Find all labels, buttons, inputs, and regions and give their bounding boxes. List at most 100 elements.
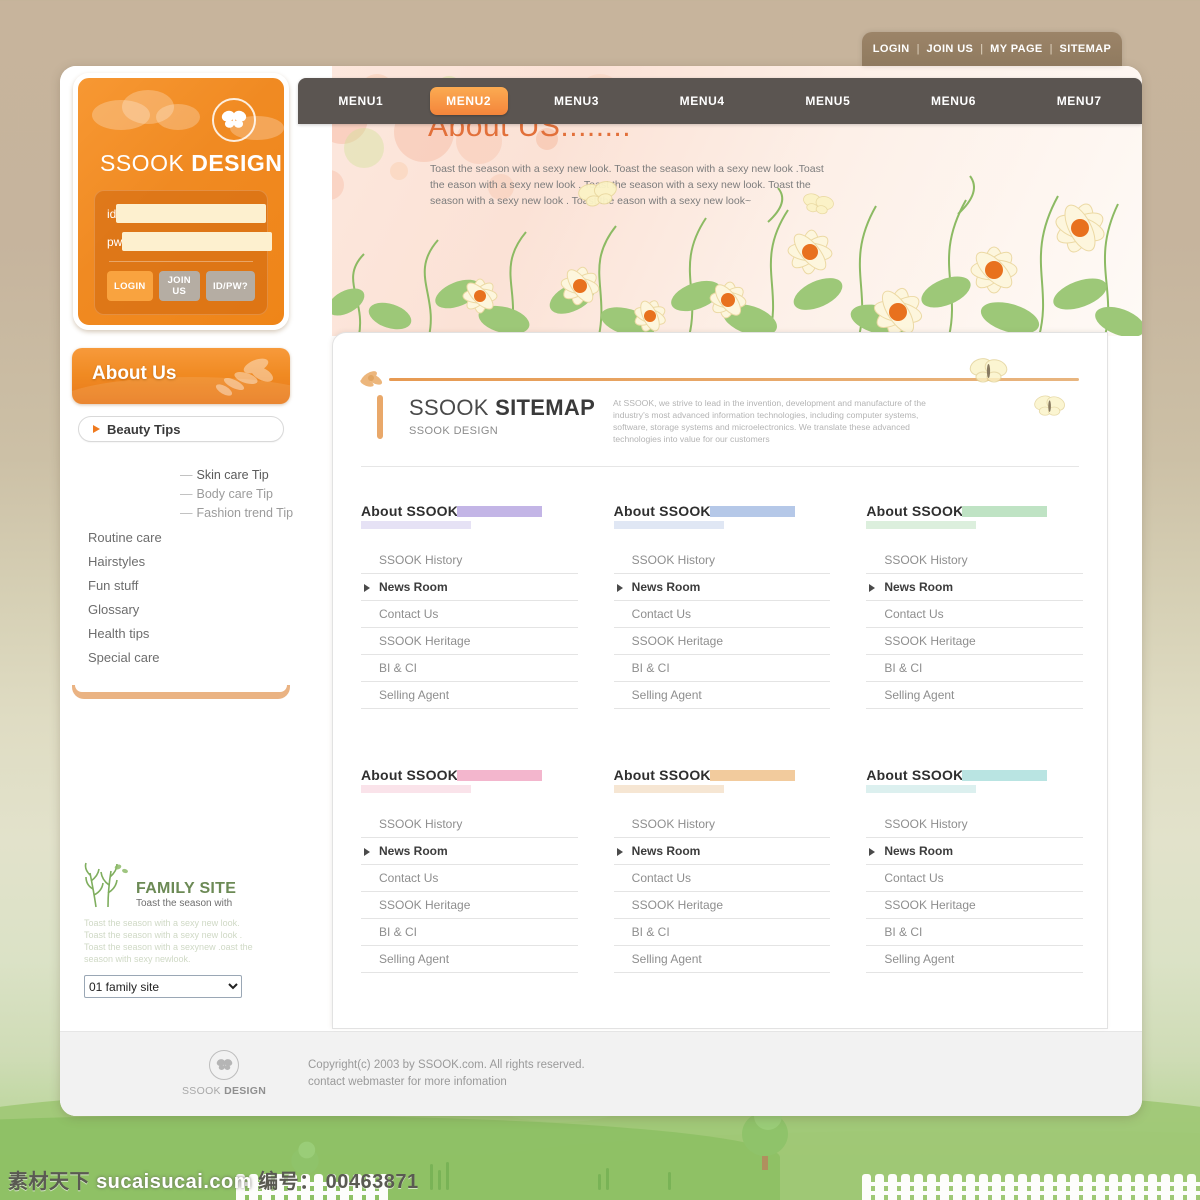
nav-item-menu7[interactable]: MENU7 (1016, 87, 1142, 115)
list-item[interactable]: SSOOK Heritage (361, 628, 578, 655)
sidebar-subitem-label: Skin care Tip (196, 468, 269, 482)
sitemap-title-bold: SITEMAP (495, 395, 596, 420)
list-item[interactable]: Contact Us (866, 865, 1083, 892)
column-accent-bar (457, 506, 542, 517)
family-site-select[interactable]: 01 family site 02 family site 03 family … (84, 975, 242, 998)
list-item[interactable]: BI & CI (866, 655, 1083, 682)
dash-marker: — (180, 468, 193, 482)
id-input[interactable] (116, 204, 267, 223)
sidebar-section-about-us[interactable]: About Us (72, 348, 290, 404)
topbar-link-login[interactable]: LOGIN (871, 43, 912, 55)
column-title: About SSOOK (613, 503, 711, 519)
list-item[interactable]: BI & CI (361, 919, 578, 946)
sitemap-columns: About SSOOK SSOOK History News Room Cont… (361, 503, 1083, 973)
list-item[interactable]: Selling Agent (361, 682, 578, 709)
id-field-row: id (107, 204, 267, 223)
triangle-right-icon (93, 425, 100, 433)
sitemap-column: About SSOOK SSOOK History News Room Cont… (866, 767, 1083, 973)
nav-item-menu2[interactable]: MENU2 (429, 87, 508, 115)
pw-input[interactable] (122, 232, 273, 251)
list-item[interactable]: Contact Us (361, 601, 578, 628)
list-item[interactable]: SSOOK Heritage (866, 628, 1083, 655)
list-item[interactable]: Selling Agent (361, 946, 578, 973)
list-item[interactable]: Selling Agent (866, 946, 1083, 973)
list-item[interactable]: Contact Us (613, 601, 831, 628)
list-item[interactable]: SSOOK History (361, 547, 578, 574)
column-accent-bar-soft (866, 785, 977, 793)
list-item[interactable]: BI & CI (866, 919, 1083, 946)
topbar-link-my-page[interactable]: MY PAGE (988, 43, 1045, 55)
nav-item-menu3[interactable]: MENU3 (514, 87, 640, 115)
sitemap-panel: SSOOK SITEMAP SSOOK DESIGN At SSOOK, we … (332, 332, 1108, 1029)
list-item[interactable]: SSOOK History (866, 547, 1083, 574)
join-us-button[interactable]: JOIN US (158, 271, 200, 301)
list-item[interactable]: SSOOK Heritage (361, 892, 578, 919)
list-item[interactable]: News Room (866, 838, 1083, 865)
list-item[interactable]: News Room (613, 838, 831, 865)
sidebar-item-health-tips[interactable]: Health tips (88, 622, 162, 646)
nav-item-menu1[interactable]: MENU1 (298, 87, 424, 115)
sidebar-item-hairstyles[interactable]: Hairstyles (88, 550, 162, 574)
sidebar-item-glossary[interactable]: Glossary (88, 598, 162, 622)
cloud-shape (156, 104, 200, 130)
column-title: About SSOOK (866, 767, 964, 783)
topbar-separator: | (1049, 43, 1053, 55)
nav-item-menu5[interactable]: MENU5 (765, 87, 891, 115)
floral-decoration (327, 175, 1142, 336)
accent-bar (377, 395, 383, 439)
column-accent-bar (962, 770, 1048, 781)
list-item[interactable]: SSOOK Heritage (613, 892, 831, 919)
sidebar-subitem-fashion-trend[interactable]: — Fashion trend Tip (180, 504, 293, 523)
nav-item-menu4[interactable]: MENU4 (639, 87, 765, 115)
butterfly-icon (212, 98, 256, 142)
main-nav: MENU1 MENU2 MENU3 MENU4 MENU5 MENU6 MENU… (298, 78, 1142, 124)
brand-logo-box[interactable]: SSOOK DESIGN id pw LOGIN JOIN US ID/PW? (73, 73, 289, 330)
login-button[interactable]: LOGIN (107, 271, 153, 301)
plant-icon (84, 862, 128, 908)
butterfly-decoration-icon (969, 358, 1008, 383)
list-item[interactable]: Contact Us (613, 865, 831, 892)
list-item[interactable]: Selling Agent (866, 682, 1083, 709)
list-item[interactable]: SSOOK Heritage (613, 628, 831, 655)
list-item[interactable]: Selling Agent (613, 682, 831, 709)
sitemap-column: About SSOOK SSOOK History News Room Cont… (361, 503, 578, 709)
sidebar: SSOOK DESIGN id pw LOGIN JOIN US ID/PW? (60, 66, 332, 1116)
list-item[interactable]: BI & CI (361, 655, 578, 682)
sitemap-subtitle: SSOOK DESIGN (409, 425, 499, 437)
header-divider (361, 466, 1079, 467)
sidebar-item-special-care[interactable]: Special care (88, 646, 162, 670)
list-item[interactable]: SSOOK Heritage (866, 892, 1083, 919)
list-item[interactable]: SSOOK History (866, 811, 1083, 838)
list-item[interactable]: BI & CI (613, 919, 831, 946)
list-item[interactable]: Contact Us (866, 601, 1083, 628)
list-item[interactable]: SSOOK History (361, 811, 578, 838)
sidebar-item-beauty-tips[interactable]: Beauty Tips (78, 416, 284, 442)
list-item[interactable]: BI & CI (613, 655, 831, 682)
flower-decoration-icon (215, 358, 273, 396)
list-item[interactable]: SSOOK History (613, 547, 831, 574)
divider (109, 261, 253, 262)
sidebar-item-fun-stuff[interactable]: Fun stuff (88, 574, 162, 598)
list-item[interactable]: Selling Agent (613, 946, 831, 973)
page-wrapper: About US........ Toast the season with a… (60, 66, 1142, 1116)
sidebar-item-routine-care[interactable]: Routine care (88, 526, 162, 550)
pw-field-row: pw (107, 232, 273, 251)
sidebar-subitem-body-care[interactable]: — Body care Tip (180, 485, 293, 504)
topbar-link-sitemap[interactable]: SITEMAP (1058, 43, 1114, 55)
sidebar-subitem-skin-care[interactable]: — Skin care Tip (180, 466, 293, 485)
list-item[interactable]: Contact Us (361, 865, 578, 892)
nav-item-menu6[interactable]: MENU6 (891, 87, 1017, 115)
list-item[interactable]: News Room (361, 574, 578, 601)
id-pw-find-button[interactable]: ID/PW? (205, 271, 255, 301)
column-accent-bar-soft (613, 785, 724, 793)
sidebar-subitem-label: Body care Tip (196, 487, 273, 501)
list-item[interactable]: News Room (361, 838, 578, 865)
grass-icon (430, 1164, 433, 1190)
family-site-subtitle: Toast the season with (136, 898, 233, 909)
topbar-link-join-us[interactable]: JOIN US (924, 43, 975, 55)
list-item[interactable]: News Room (613, 574, 831, 601)
list-item[interactable]: SSOOK History (613, 811, 831, 838)
sidebar-sublist: — Skin care Tip — Body care Tip — Fashion t… (180, 466, 293, 523)
list-item[interactable]: News Room (866, 574, 1083, 601)
login-panel: id pw LOGIN JOIN US ID/PW? (94, 190, 273, 315)
